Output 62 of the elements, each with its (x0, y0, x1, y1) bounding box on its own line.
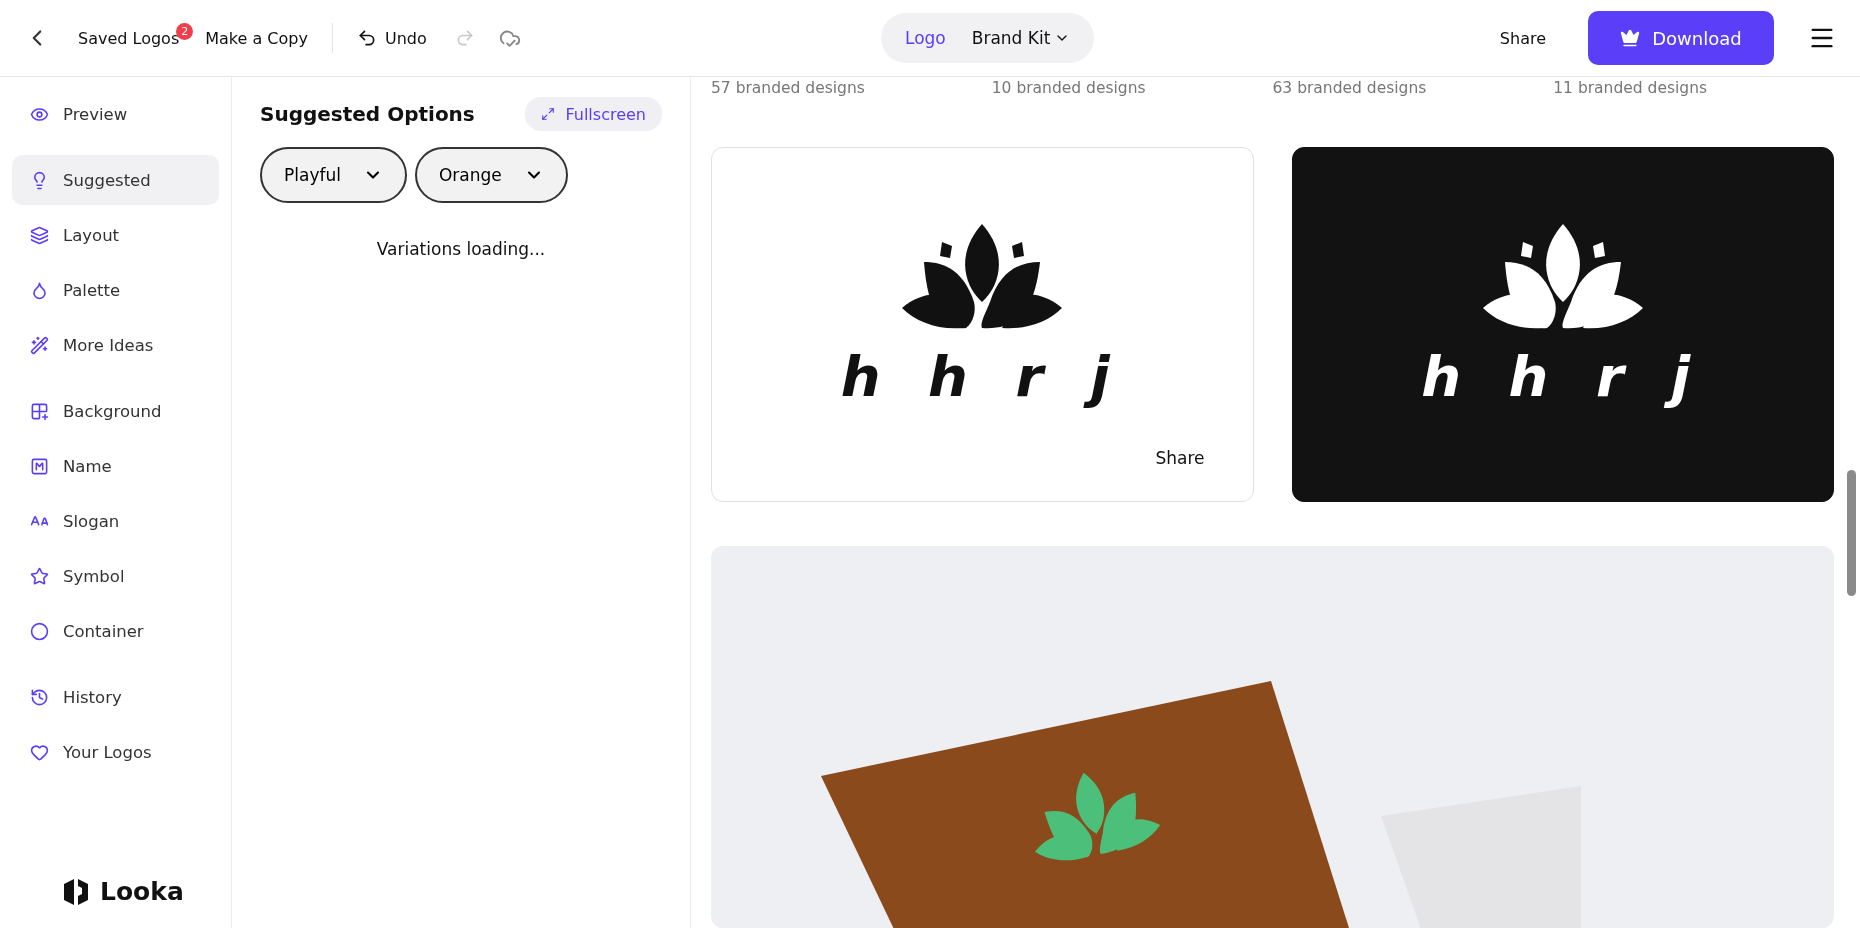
history-icon (30, 687, 49, 707)
design-count: 10 branded designs (991, 79, 1146, 97)
design-count: 57 branded designs (711, 79, 865, 97)
sidebar-item[interactable]: More Ideas (12, 320, 219, 370)
droplet-icon (30, 280, 49, 300)
lotus-icon (1482, 224, 1643, 330)
sidebar-label: Symbol (63, 566, 125, 586)
card-share-button[interactable]: Share (1149, 447, 1211, 469)
sidebar-label: More Ideas (63, 335, 154, 355)
lotus-icon (902, 224, 1063, 330)
filter-dropdown[interactable]: Orange (414, 147, 568, 203)
circle-icon (30, 621, 49, 641)
undo-icon (356, 28, 377, 48)
sidebar-item[interactable]: Suggested (12, 155, 219, 205)
expand-icon (541, 107, 556, 121)
sidebar-item[interactable]: Layout (12, 210, 219, 260)
mockup-card[interactable] (711, 546, 1834, 928)
design-count: 11 branded designs (1553, 79, 1708, 97)
logo-card[interactable]: h h r j Share (711, 147, 1254, 502)
view-tab[interactable]: Logo (905, 28, 946, 48)
brand-name: Looka (100, 877, 184, 906)
sidebar-item[interactable]: Slogan (12, 496, 219, 546)
share-button[interactable]: Share (1499, 28, 1546, 48)
sidebar-label: Background (63, 401, 162, 421)
logo-card[interactable]: h h r j (1291, 147, 1834, 502)
letter-square-icon (30, 456, 49, 476)
sidebar-item[interactable]: Palette (12, 265, 219, 315)
sidebar-label: Palette (63, 280, 121, 300)
sidebar-item[interactable]: Symbol (12, 551, 219, 601)
sidebar-item[interactable]: Name (12, 441, 219, 491)
panel-title: Suggested Options (260, 102, 475, 126)
logo-wordmark: h h r j (840, 344, 1124, 409)
fullscreen-button[interactable]: Fullscreen (525, 97, 662, 131)
filter-dropdown[interactable]: Playful (260, 147, 407, 203)
grid-icon (30, 401, 49, 421)
sidebar-label: Preview (63, 104, 128, 124)
sidebar-item[interactable]: Container (12, 606, 219, 656)
heart-icon (30, 742, 49, 762)
sidebar-label: Container (63, 621, 144, 641)
sidebar-label: Slogan (63, 511, 120, 531)
view-tab[interactable]: Brand Kit (971, 28, 1071, 48)
magic-wand-icon (30, 335, 49, 355)
sidebar-item[interactable]: Preview (12, 89, 219, 139)
sidebar-label: History (63, 687, 122, 707)
brand-logo-icon (62, 877, 90, 906)
sidebar-label: Your Logos (63, 742, 152, 762)
logo-wordmark: h h r j (1421, 344, 1705, 409)
crown-icon (1620, 28, 1641, 48)
undo-button[interactable]: Undo (356, 28, 427, 48)
scrollbar-thumb[interactable] (1847, 470, 1856, 596)
loading-status: Variations loading... (375, 239, 547, 259)
star-icon (30, 566, 49, 586)
design-count: 63 branded designs (1272, 79, 1427, 97)
sidebar-item[interactable]: Background (12, 386, 219, 436)
sidebar-label: Name (63, 456, 112, 476)
make-copy-button[interactable]: Make a Copy (205, 28, 308, 48)
download-button[interactable]: Download (1588, 11, 1774, 65)
sidebar-label: Suggested (63, 170, 151, 190)
sidebar-item[interactable]: Your Logos (12, 727, 219, 777)
sidebar-label: Layout (63, 225, 120, 245)
sidebar-item[interactable]: History (12, 672, 219, 722)
layers-icon (30, 225, 49, 245)
